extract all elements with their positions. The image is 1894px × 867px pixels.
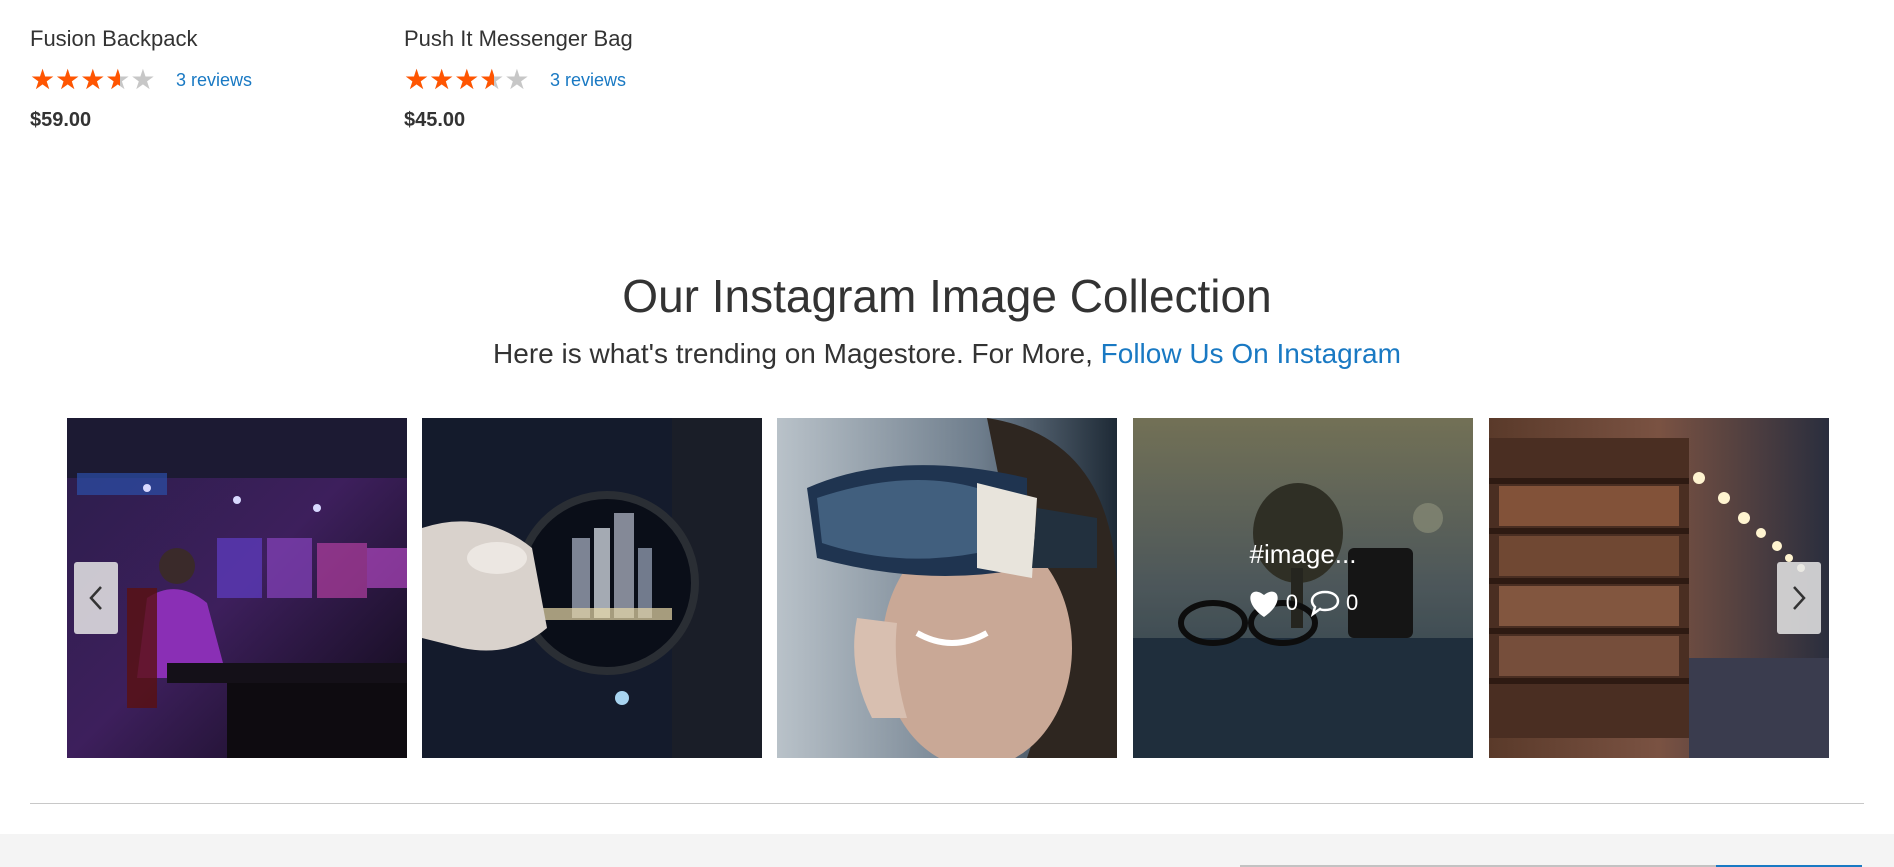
product-item: Fusion Backpack ★★★★★ ★★★★★ 3 reviews $5… bbox=[30, 22, 252, 132]
rating-stars: ★★★★★ ★★★★★ bbox=[404, 66, 538, 94]
section-divider bbox=[30, 803, 1864, 804]
instagram-image-vr[interactable] bbox=[777, 418, 1117, 758]
instagram-gallery: #image... 0 0 bbox=[67, 418, 1829, 758]
product-name-link[interactable]: Push It Messenger Bag bbox=[404, 22, 633, 56]
heart-icon bbox=[1250, 591, 1278, 617]
follow-instagram-link[interactable]: Follow Us On Instagram bbox=[1101, 338, 1401, 369]
image-stats: 0 0 bbox=[1248, 588, 1358, 618]
star-icon: ★★★★★ bbox=[404, 66, 494, 94]
instagram-image-glasses[interactable]: #image... 0 0 bbox=[1133, 418, 1473, 758]
image-caption: #image... bbox=[1249, 538, 1357, 569]
carousel-next-button[interactable] bbox=[1777, 562, 1821, 634]
chevron-left-icon bbox=[89, 586, 102, 610]
product-rating: ★★★★★ ★★★★★ 3 reviews bbox=[30, 65, 252, 95]
subtitle-text: Here is what's trending on Magestore. Fo… bbox=[493, 338, 1101, 369]
product-price: $59.00 bbox=[30, 109, 92, 131]
comments-value: 0 bbox=[1346, 589, 1359, 615]
instagram-image-lens[interactable] bbox=[422, 418, 762, 758]
reviews-link[interactable]: 3 reviews bbox=[550, 70, 626, 91]
comments-count: 0 bbox=[1310, 589, 1358, 617]
instagram-image-gaming[interactable] bbox=[67, 418, 407, 758]
product-item: Push It Messenger Bag ★★★★★ ★★★★★ 3 revi… bbox=[404, 22, 633, 132]
footer bbox=[0, 834, 1894, 867]
likes-count: 0 bbox=[1248, 588, 1298, 618]
product-rating: ★★★★★ ★★★★★ 3 reviews bbox=[404, 65, 633, 95]
section-subtitle: Here is what's trending on Magestore. Fo… bbox=[0, 334, 1894, 374]
chevron-right-icon bbox=[1793, 586, 1806, 610]
reviews-link[interactable]: 3 reviews bbox=[176, 70, 252, 91]
comment-icon bbox=[1310, 590, 1340, 617]
likes-value: 0 bbox=[1285, 589, 1298, 615]
product-price: $45.00 bbox=[404, 109, 466, 131]
section-title: Our Instagram Image Collection bbox=[622, 270, 1272, 322]
carousel-prev-button[interactable] bbox=[74, 562, 118, 634]
rating-stars: ★★★★★ ★★★★★ bbox=[30, 66, 164, 94]
star-icon: ★★★★★ bbox=[30, 66, 120, 94]
image-hover-overlay: #image... 0 0 bbox=[1133, 418, 1473, 758]
product-name-link[interactable]: Fusion Backpack bbox=[30, 22, 252, 56]
